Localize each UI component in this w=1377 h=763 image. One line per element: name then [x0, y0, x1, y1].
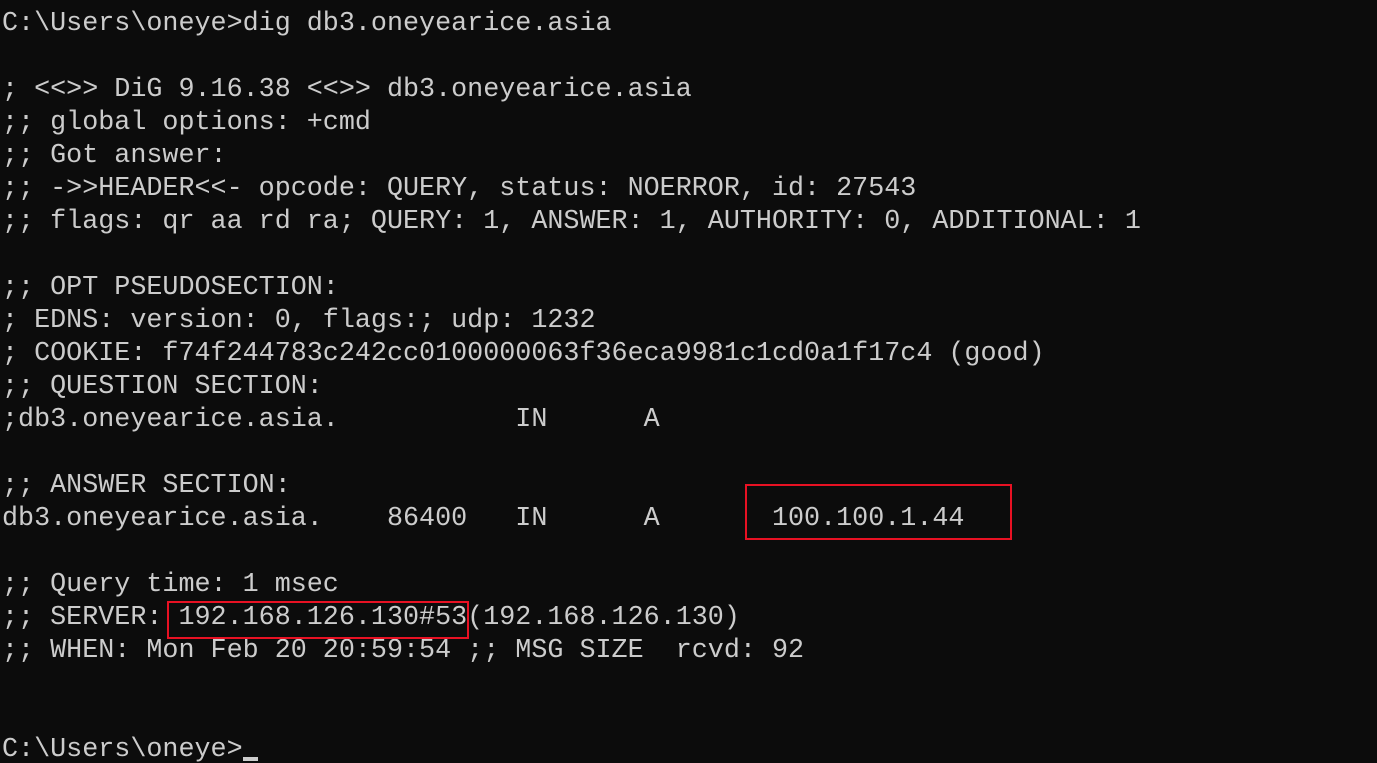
- question-record-line: ;db3.oneyearice.asia. IN A: [2, 405, 660, 435]
- got-answer-line: ;; Got answer:: [2, 141, 227, 171]
- opt-pseudosection-line: ;; OPT PSEUDOSECTION:: [2, 273, 339, 303]
- cookie-line: ; COOKIE: f74f244783c242cc0100000063f36e…: [2, 339, 1045, 369]
- edns-line: ; EDNS: version: 0, flags:; udp: 1232: [2, 306, 596, 336]
- command-line: C:\Users\oneye>dig db3.oneyearice.asia: [2, 9, 612, 39]
- header-line: ;; ->>HEADER<<- opcode: QUERY, status: N…: [2, 174, 917, 204]
- answer-ip-highlight-box: [745, 484, 1012, 540]
- dig-version-line: ; <<>> DiG 9.16.38 <<>> db3.oneyearice.a…: [2, 75, 692, 105]
- question-section-line: ;; QUESTION SECTION:: [2, 372, 323, 402]
- text-cursor: [243, 757, 258, 761]
- answer-section-line: ;; ANSWER SECTION:: [2, 471, 291, 501]
- flags-line: ;; flags: qr aa rd ra; QUERY: 1, ANSWER:…: [2, 207, 1141, 237]
- server-address-highlight-box: [167, 601, 469, 639]
- query-time-line: ;; Query time: 1 msec: [2, 570, 339, 600]
- global-options-line: ;; global options: +cmd: [2, 108, 371, 138]
- when-line: ;; WHEN: Mon Feb 20 20:59:54 ;; MSG SIZE…: [2, 636, 805, 666]
- terminal-window[interactable]: C:\Users\oneye>dig db3.oneyearice.asia ;…: [0, 0, 1377, 763]
- prompt-line[interactable]: C:\Users\oneye>: [2, 734, 243, 763]
